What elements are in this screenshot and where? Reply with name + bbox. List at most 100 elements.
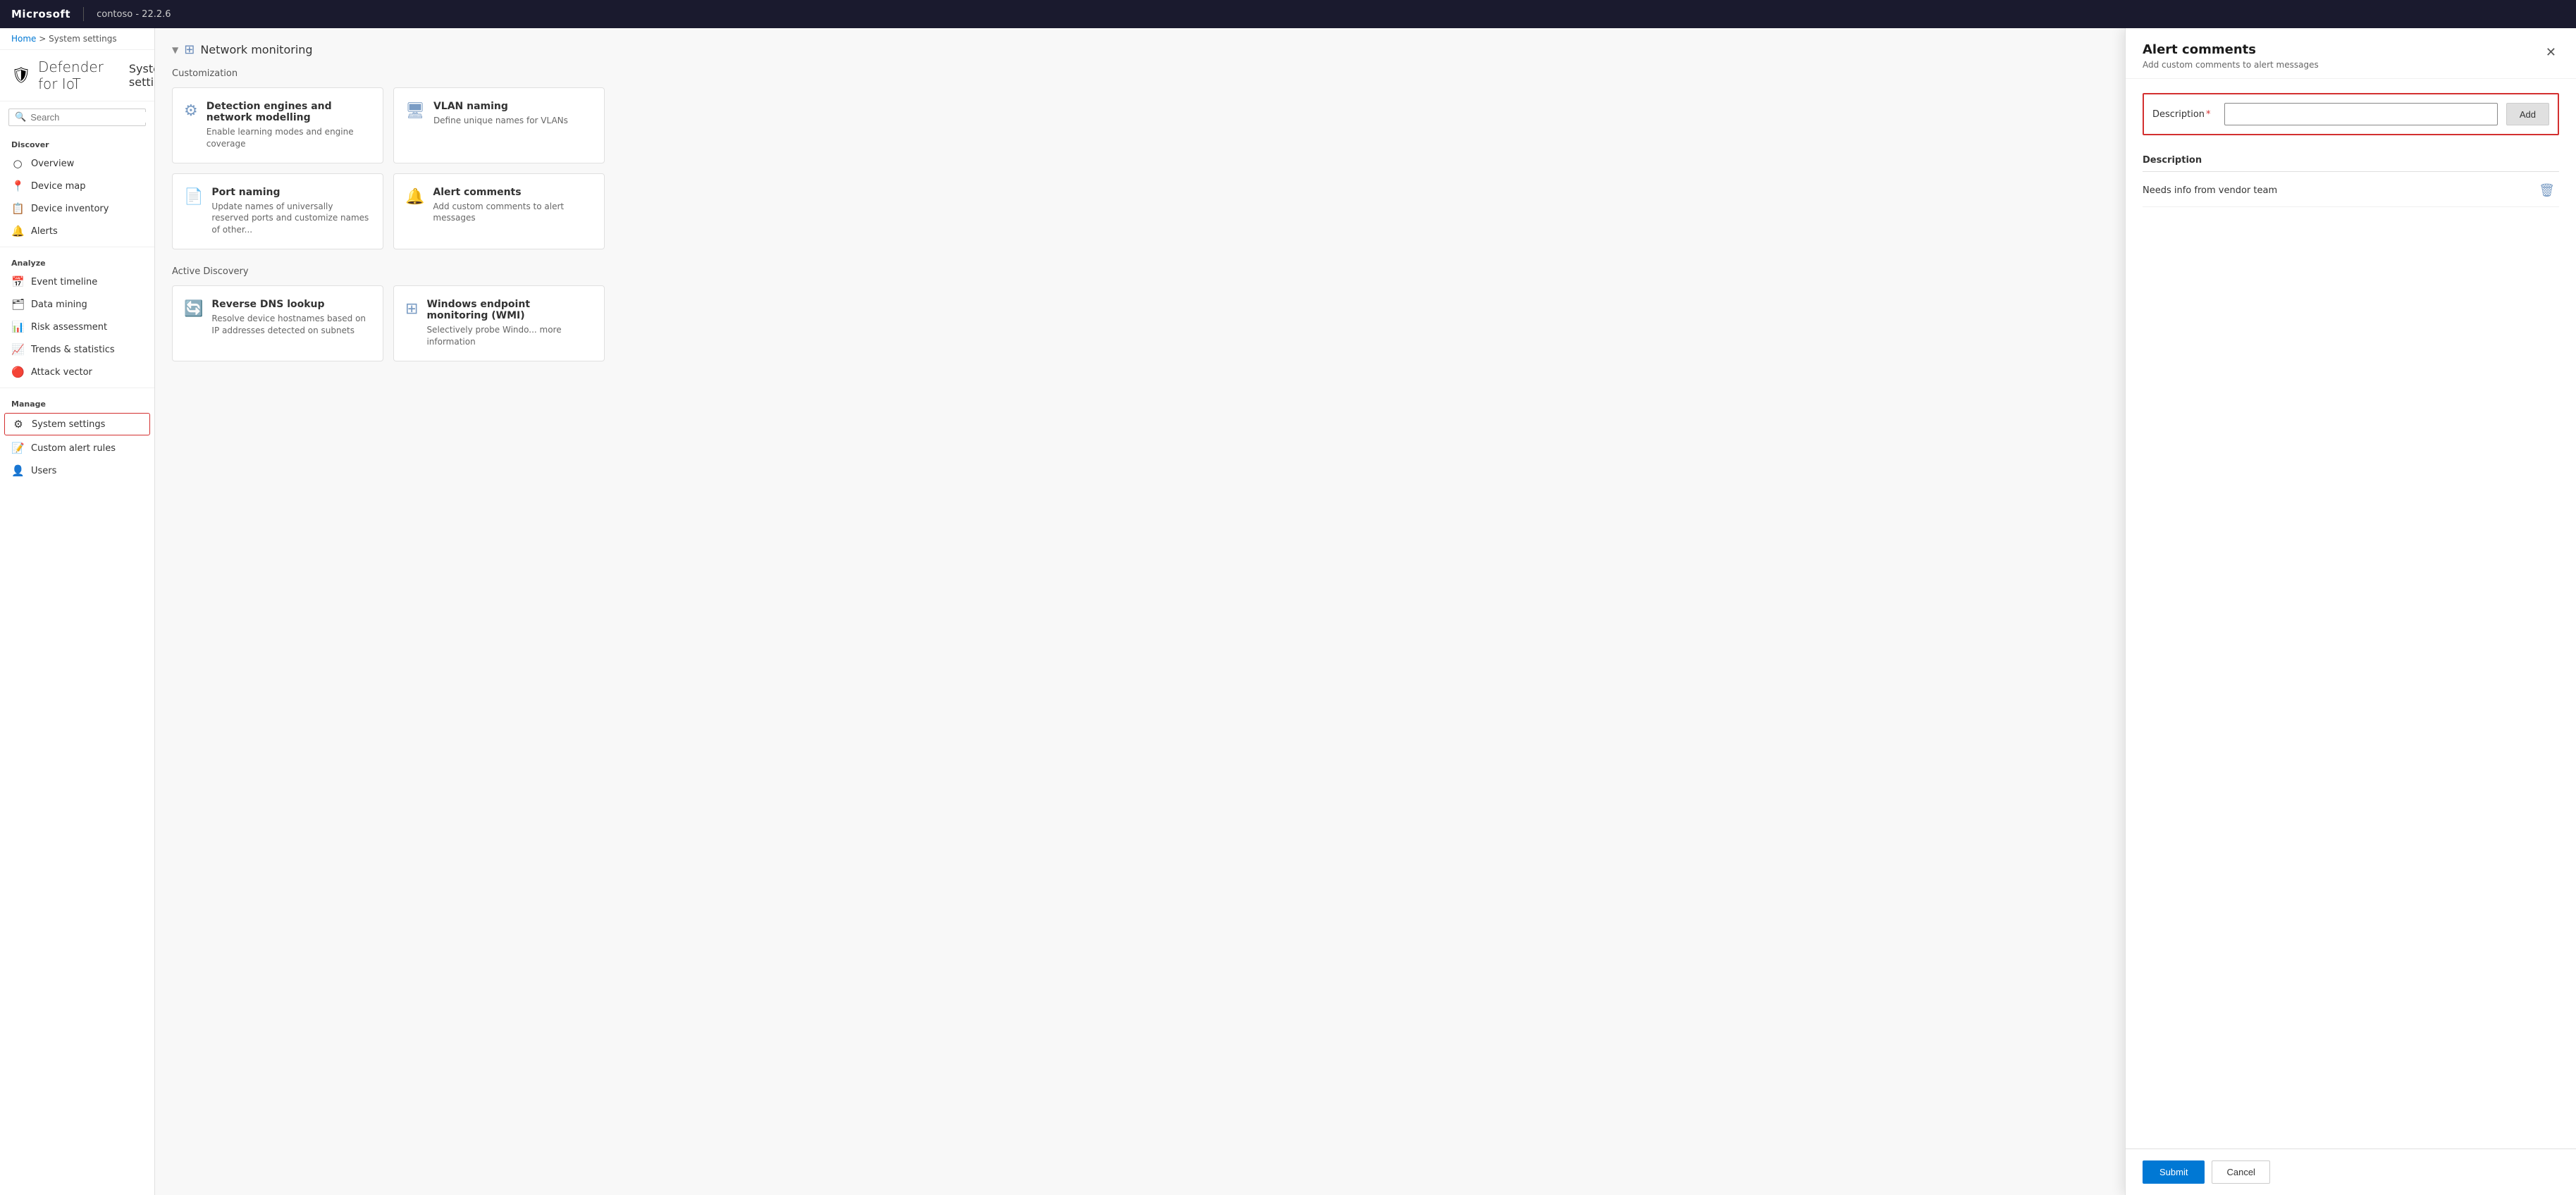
sidebar-item-label: Event timeline bbox=[31, 277, 97, 287]
sidebar-item-risk-assessment[interactable]: 📊 Risk assessment bbox=[0, 316, 154, 338]
network-monitoring-title: Network monitoring bbox=[200, 43, 312, 56]
card-title-detection-engines: Detection engines and network modelling bbox=[207, 101, 371, 123]
cancel-button[interactable]: Cancel bbox=[2212, 1160, 2269, 1184]
sidebar-item-device-inventory[interactable]: 📋 Device inventory bbox=[0, 197, 154, 220]
event-timeline-icon: 📅 bbox=[11, 275, 24, 288]
card-desc-windows-endpoint: Selectively probe Windo... more informat… bbox=[426, 324, 593, 348]
card-alert-comments[interactable]: 🔔 Alert comments Add custom comments to … bbox=[393, 173, 605, 249]
page-title-app: Defender for IoT bbox=[38, 58, 104, 92]
search-input[interactable] bbox=[30, 112, 154, 123]
data-mining-icon: 🗂 bbox=[11, 298, 24, 311]
device-map-icon: 📍 bbox=[11, 180, 24, 192]
sidebar-item-label: Alerts bbox=[31, 226, 58, 237]
system-settings-icon: ⚙ bbox=[12, 418, 25, 431]
sidebar-item-label: Users bbox=[31, 466, 56, 476]
sidebar-item-overview[interactable]: ○ Overview bbox=[0, 152, 154, 175]
description-label: Description* bbox=[2152, 109, 2216, 120]
card-reverse-dns[interactable]: 🔄 Reverse DNS lookup Resolve device host… bbox=[172, 285, 383, 361]
sidebar-item-label: Device map bbox=[31, 181, 85, 192]
card-windows-endpoint[interactable]: ⊞ Windows endpoint monitoring (WMI) Sele… bbox=[393, 285, 605, 361]
card-title-windows-endpoint: Windows endpoint monitoring (WMI) bbox=[426, 299, 593, 321]
breadcrumb-home[interactable]: Home bbox=[11, 34, 36, 44]
risk-assessment-icon: 📊 bbox=[11, 321, 24, 333]
port-naming-icon: 📄 bbox=[184, 188, 203, 206]
device-inventory-icon: 📋 bbox=[11, 202, 24, 215]
sidebar-item-label: Data mining bbox=[31, 299, 87, 310]
breadcrumb-current: System settings bbox=[49, 34, 116, 44]
table-header: Description bbox=[2143, 149, 2559, 172]
search-box[interactable]: 🔍 bbox=[8, 109, 146, 126]
trends-icon: 📈 bbox=[11, 343, 24, 356]
detection-engines-icon: ⚙ bbox=[184, 102, 198, 120]
description-form-row: Description* Add bbox=[2143, 93, 2559, 135]
table-row: Needs info from vendor team 🗑 bbox=[2143, 175, 2559, 207]
overview-icon: ○ bbox=[11, 157, 24, 170]
sidebar-item-label: Device inventory bbox=[31, 204, 109, 214]
table-row-text: Needs info from vendor team bbox=[2143, 185, 2277, 196]
card-title-port-naming: Port naming bbox=[211, 187, 371, 198]
sidebar: Home > System settings 🛡 Defender for Io… bbox=[0, 28, 155, 1195]
card-vlan-naming[interactable]: 🖥 VLAN naming Define unique names for VL… bbox=[393, 87, 605, 163]
panel-footer: Submit Cancel bbox=[2126, 1148, 2576, 1195]
network-monitoring-icon: ⊞ bbox=[184, 42, 195, 57]
page-title-icon: 🛡 bbox=[11, 67, 31, 85]
topbar: Microsoft contoso - 22.2.6 bbox=[0, 0, 2576, 28]
custom-alert-rules-icon: 📝 bbox=[11, 442, 24, 454]
alerts-icon: 🔔 bbox=[11, 225, 24, 237]
sidebar-item-label: Overview bbox=[31, 159, 74, 169]
card-desc-port-naming: Update names of universally reserved por… bbox=[211, 201, 371, 236]
sidebar-item-label: Custom alert rules bbox=[31, 443, 116, 454]
brand-name: Microsoft bbox=[11, 8, 70, 20]
sidebar-item-data-mining[interactable]: 🗂 Data mining bbox=[0, 293, 154, 316]
card-port-naming[interactable]: 📄 Port naming Update names of universall… bbox=[172, 173, 383, 249]
delete-button[interactable]: 🗑 bbox=[2534, 182, 2559, 199]
sidebar-item-system-settings[interactable]: ⚙ System settings bbox=[4, 413, 150, 435]
submit-button[interactable]: Submit bbox=[2143, 1160, 2205, 1184]
sidebar-item-label: Attack vector bbox=[31, 367, 92, 378]
breadcrumb: Home > System settings bbox=[0, 28, 154, 50]
alert-comments-panel: Alert comments Add custom comments to al… bbox=[2125, 28, 2576, 1195]
attack-vector-icon: 🔴 bbox=[11, 366, 24, 378]
section-collapse-icon[interactable]: ▼ bbox=[172, 45, 178, 55]
topbar-divider bbox=[83, 7, 84, 21]
content-area: ▼ ⊞ Network monitoring Customization ⚙ D… bbox=[155, 28, 2576, 1195]
breadcrumb-separator: > bbox=[39, 34, 46, 44]
page-title-section: System settings bbox=[129, 62, 155, 89]
main-layout: Home > System settings 🛡 Defender for Io… bbox=[0, 28, 2576, 1195]
vlan-naming-icon: 🖥 bbox=[405, 102, 425, 120]
discover-section-label: Discover bbox=[0, 133, 154, 152]
card-desc-reverse-dns: Resolve device hostnames based on IP add… bbox=[211, 313, 371, 337]
sidebar-item-custom-alert-rules[interactable]: 📝 Custom alert rules bbox=[0, 437, 154, 459]
sidebar-item-users[interactable]: 👤 Users bbox=[0, 459, 154, 482]
users-icon: 👤 bbox=[11, 464, 24, 477]
sidebar-item-label: Risk assessment bbox=[31, 322, 107, 333]
card-title-alert-comments: Alert comments bbox=[433, 187, 593, 198]
card-desc-vlan-naming: Define unique names for VLANs bbox=[433, 115, 593, 127]
card-detection-engines[interactable]: ⚙ Detection engines and network modellin… bbox=[172, 87, 383, 163]
card-title-vlan-naming: VLAN naming bbox=[433, 101, 593, 112]
card-desc-alert-comments: Add custom comments to alert messages bbox=[433, 201, 593, 225]
required-indicator: * bbox=[2206, 109, 2211, 120]
panel-header: Alert comments Add custom comments to al… bbox=[2126, 28, 2576, 79]
add-button[interactable]: Add bbox=[2506, 103, 2549, 125]
sidebar-item-trends-statistics[interactable]: 📈 Trends & statistics bbox=[0, 338, 154, 361]
panel-subtitle: Add custom comments to alert messages bbox=[2143, 60, 2319, 70]
panel-title: Alert comments bbox=[2143, 42, 2319, 57]
card-desc-detection-engines: Enable learning modes and engine coverag… bbox=[207, 126, 371, 150]
panel-close-button[interactable]: ✕ bbox=[2543, 42, 2559, 63]
reverse-dns-icon: 🔄 bbox=[184, 300, 203, 318]
sidebar-item-attack-vector[interactable]: 🔴 Attack vector bbox=[0, 361, 154, 383]
description-input[interactable] bbox=[2224, 103, 2498, 125]
analyze-section-label: Analyze bbox=[0, 252, 154, 271]
sidebar-item-label: System settings bbox=[32, 419, 105, 430]
search-icon: 🔍 bbox=[15, 112, 26, 123]
sidebar-item-alerts[interactable]: 🔔 Alerts bbox=[0, 220, 154, 242]
sidebar-item-label: Trends & statistics bbox=[31, 345, 115, 355]
sidebar-item-event-timeline[interactable]: 📅 Event timeline bbox=[0, 271, 154, 293]
alert-comments-icon: 🔔 bbox=[405, 188, 424, 206]
sidebar-item-device-map[interactable]: 📍 Device map bbox=[0, 175, 154, 197]
panel-body: Description* Add Description Needs info … bbox=[2126, 79, 2576, 1148]
app-info: contoso - 22.2.6 bbox=[97, 9, 171, 20]
manage-section-label: Manage bbox=[0, 392, 154, 411]
page-title-area: 🛡 Defender for IoT System settings bbox=[0, 50, 154, 101]
